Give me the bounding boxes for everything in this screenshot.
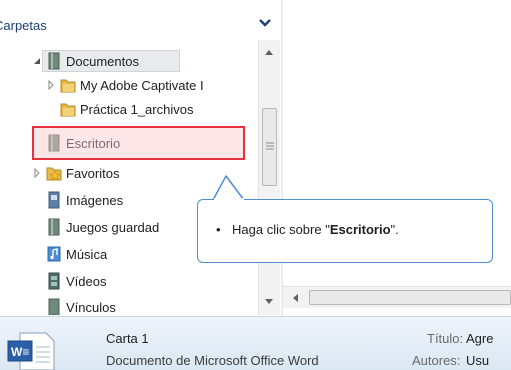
folder-icon: [60, 103, 76, 117]
scroll-down-arrow-icon[interactable]: [264, 298, 274, 306]
tree-item-favoritos[interactable]: Favoritos: [32, 162, 119, 184]
svg-text:W≡: W≡: [11, 345, 29, 359]
callout-bold: Escritorio: [329, 222, 391, 237]
tree-item-label: Vínculos: [66, 299, 116, 315]
expanded-arrow-icon[interactable]: [32, 56, 42, 66]
callout-suffix: ".: [390, 222, 399, 237]
library-icon: [48, 218, 60, 236]
tree-item-label: Imágenes: [66, 192, 124, 208]
grip-icon: [266, 142, 274, 150]
file-list-pane: [283, 0, 511, 320]
collapsed-arrow-icon[interactable]: [46, 80, 56, 90]
callout-prefix: Haga clic sobre ": [232, 222, 330, 237]
music-library-icon: [47, 246, 61, 262]
bullet-icon: •: [216, 222, 221, 237]
folders-pane: Carpetas Documentos My Adobe Captivate I: [0, 0, 280, 315]
tree-item-musica[interactable]: Música: [32, 243, 107, 265]
folder-icon: [60, 79, 76, 93]
instruction-callout: • Haga clic sobre "Escritorio".: [197, 199, 493, 263]
file-name: Carta 1: [106, 331, 149, 346]
pictures-library-icon: [48, 191, 60, 209]
tree-item-label: Documentos: [66, 53, 139, 69]
details-pane: W≡ Carta 1 Documento de Microsoft Office…: [0, 316, 511, 370]
scroll-left-arrow-icon[interactable]: [291, 293, 299, 303]
library-icon: [48, 298, 60, 315]
horizontal-scroll-thumb[interactable]: [309, 290, 511, 305]
tree-item-label: Vídeos: [66, 273, 107, 289]
title-label: Título:: [427, 331, 464, 346]
authors-value[interactable]: Usu: [466, 353, 489, 368]
vertical-scroll-thumb[interactable]: [262, 108, 277, 186]
tree-item-label: Juegos guardad: [66, 219, 160, 235]
vertical-scrollbar[interactable]: [258, 40, 280, 315]
tree-item-label: Favoritos: [66, 165, 120, 181]
tree-item-imagenes[interactable]: Imágenes: [32, 189, 123, 211]
tree-item-juegos-guardados[interactable]: Juegos guardad: [32, 216, 159, 238]
callout-joint: [214, 198, 244, 202]
tree-item-label: Música: [66, 246, 108, 262]
tree-item-my-adobe-captivate[interactable]: My Adobe Captivate I: [46, 74, 204, 96]
file-type: Documento de Microsoft Office Word: [106, 353, 319, 368]
collapsed-arrow-icon[interactable]: [32, 168, 42, 178]
horizontal-scrollbar[interactable]: [283, 286, 511, 308]
tree-item-practica-1-archivos[interactable]: Práctica 1_archivos: [46, 98, 193, 120]
tree-item-label: My Adobe Captivate I: [80, 77, 204, 93]
authors-label: Autores:: [412, 353, 461, 368]
callout-text: Haga clic sobre "Escritorio".: [232, 222, 399, 237]
chevron-down-icon[interactable]: [258, 16, 272, 30]
word-document-icon: W≡: [7, 332, 55, 370]
tree-item-label: Práctica 1_archivos: [80, 101, 194, 117]
escritorio-highlight: [32, 126, 245, 160]
library-icon: [48, 52, 60, 70]
favorites-folder-icon: [46, 167, 62, 181]
tree-item-videos[interactable]: Vídeos: [32, 270, 106, 292]
scroll-up-arrow-icon[interactable]: [264, 48, 274, 56]
video-library-icon: [48, 272, 60, 290]
tree-item-documentos[interactable]: Documentos: [32, 50, 139, 72]
title-value[interactable]: Agre: [466, 331, 493, 346]
tree-item-vinculos[interactable]: Vínculos: [32, 296, 116, 315]
